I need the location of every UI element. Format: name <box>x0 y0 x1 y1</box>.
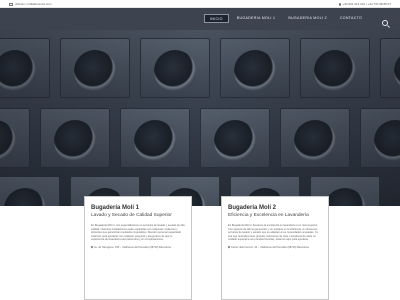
nav-item-inicio[interactable]: INICIO <box>204 14 229 23</box>
hero-image-washing-machines <box>0 30 400 206</box>
card-address: Av. de Tarragona, 155 – Vilafranca del P… <box>90 245 185 250</box>
nav-item-contacto[interactable]: CONTACTO <box>335 14 367 23</box>
card-subtitle: Lavado y Secado de Calidad Superior <box>91 213 172 218</box>
contact-phone[interactable]: +34 931 212 212 | +34 747 08 80 07 <box>338 2 392 6</box>
nav-menu: INICIO BUGADERIA MOLI 1 BUGADERIA MOLI 2… <box>204 14 367 23</box>
card-bugaderia-moli-2: Bugadería Molí 2 Eficiencia y Excelencia… <box>221 196 329 300</box>
contact-email-text: ohttnsn: mntkktkmnnnl.com <box>15 2 52 6</box>
card-description: En Bugadería Molí 1, nos especializamos … <box>91 224 185 242</box>
card-subtitle: Eficiencia y Excelencia en Lavandería <box>228 213 309 218</box>
contact-phone-text: +34 931 212 212 | +34 747 08 80 07 <box>342 2 392 6</box>
mail-icon <box>9 2 13 6</box>
nav-item-bugaderia-moli-1[interactable]: BUGADERIA MOLI 1 <box>232 14 281 23</box>
main-navbar: INICIO BUGADERIA MOLI 1 BUGADERIA MOLI 2… <box>0 8 400 30</box>
phone-icon <box>338 2 341 6</box>
nav-item-bugaderia-moli-2[interactable]: BUGADERIA MOLI 2 <box>283 14 332 23</box>
search-icon[interactable] <box>382 20 388 26</box>
card-address-text: Carrer dels Ferrers, 42 – Vilafranca del… <box>231 245 309 249</box>
contact-email[interactable]: ohttnsn: mntkktkmnnnl.com <box>9 2 52 6</box>
card-title: Bugadería Molí 1 <box>91 205 140 211</box>
card-title: Bugadería Molí 2 <box>228 205 277 211</box>
card-bugaderia-moli-1: Bugadería Molí 1 Lavado y Secado de Cali… <box>84 196 192 300</box>
location-pin-icon <box>90 246 94 249</box>
card-address-text: Av. de Tarragona, 155 – Vilafranca del P… <box>94 245 171 249</box>
hero-overlay <box>0 30 400 206</box>
card-description: En Bugadería Molí 2, llevamos la excelen… <box>228 224 318 242</box>
card-address: Carrer dels Ferrers, 42 – Vilafranca del… <box>227 245 322 250</box>
top-contact-bar: ohttnsn: mntkktkmnnnl.com +34 931 212 21… <box>0 0 400 8</box>
location-pin-icon <box>227 246 231 249</box>
